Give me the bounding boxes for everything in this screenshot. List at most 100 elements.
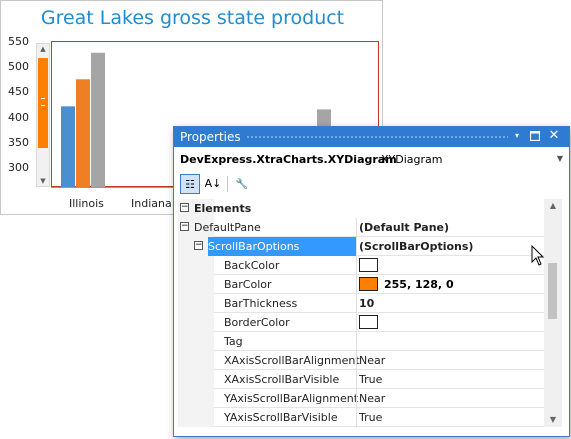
property-grid-scrollbar[interactable]: ▲ ▼ bbox=[544, 199, 562, 427]
property-row-barcolor[interactable]: BarColor 255, 128, 0 bbox=[178, 275, 544, 294]
column-divider bbox=[356, 275, 357, 294]
property-value[interactable]: Near bbox=[359, 354, 385, 367]
scrollbar-thumb[interactable] bbox=[548, 263, 557, 319]
object-selector[interactable]: DevExpress.XtraCharts.XYDiagram XYDiagra… bbox=[178, 151, 565, 169]
row-gutter bbox=[178, 370, 214, 389]
column-divider bbox=[356, 294, 357, 313]
property-name: XAxisScrollBarAlignment bbox=[224, 354, 360, 367]
scroll-up-icon[interactable]: ▲ bbox=[37, 44, 49, 54]
property-row-yaxisscrollbarvisible[interactable]: YAxisScrollBarVisible True bbox=[178, 408, 544, 427]
row-gutter bbox=[178, 351, 214, 370]
sort-alphabetical-icon: A↓ bbox=[204, 177, 222, 190]
chart-y-scrollbar[interactable]: ▲ ▼ bbox=[36, 43, 50, 187]
property-row-barthickness[interactable]: BarThickness 10 bbox=[178, 294, 544, 313]
chart-scrollbar-thumb[interactable] bbox=[38, 58, 48, 148]
column-divider bbox=[356, 332, 357, 351]
property-row-xaxisscrollbaralignment[interactable]: XAxisScrollBarAlignment Near bbox=[178, 351, 544, 370]
y-tick-label: 300 bbox=[8, 161, 29, 174]
x-tick-label-illinois: Illinois bbox=[69, 197, 104, 210]
scroll-down-icon[interactable]: ▼ bbox=[37, 176, 49, 186]
y-tick-label: 400 bbox=[8, 111, 29, 124]
row-gutter bbox=[178, 332, 214, 351]
property-value[interactable]: 10 bbox=[359, 297, 374, 310]
property-value[interactable]: True bbox=[359, 373, 382, 386]
property-name: BarColor bbox=[224, 278, 272, 291]
y-tick-label: 450 bbox=[8, 85, 29, 98]
properties-window: Properties ▾ ✕ DevExpress.XtraCharts.XYD… bbox=[173, 126, 570, 437]
row-gutter bbox=[178, 408, 214, 427]
object-type-label: DevExpress.XtraCharts.XYDiagram bbox=[180, 153, 397, 166]
property-pages-button[interactable]: 🔧 bbox=[232, 174, 252, 194]
close-icon[interactable]: ✕ bbox=[547, 129, 561, 143]
property-row-scrollbaroptions[interactable]: − ScrollBarOptions (ScrollBarOptions) bbox=[178, 237, 544, 256]
x-tick-label-indiana: Indiana bbox=[131, 197, 172, 210]
collapse-icon[interactable]: − bbox=[180, 222, 189, 231]
color-swatch[interactable] bbox=[359, 258, 378, 272]
property-name: BarThickness bbox=[224, 297, 298, 310]
property-row-tag[interactable]: Tag bbox=[178, 332, 544, 351]
alphabetical-button[interactable]: A↓ bbox=[203, 174, 223, 194]
collapse-icon[interactable]: − bbox=[180, 203, 189, 212]
color-swatch[interactable] bbox=[359, 315, 378, 329]
property-row-yaxisscrollbaralignment[interactable]: YAxisScrollBarAlignment Near bbox=[178, 389, 544, 408]
dropdown-icon[interactable]: ▾ bbox=[510, 129, 524, 143]
property-name: BackColor bbox=[224, 259, 280, 272]
y-tick-label: 500 bbox=[8, 60, 29, 73]
bar-illinois-2 bbox=[91, 52, 105, 187]
chart-title: Great Lakes gross state product bbox=[40, 7, 345, 29]
property-name: ScrollBarOptions bbox=[208, 240, 300, 253]
column-divider bbox=[356, 351, 357, 370]
bar-illinois-1 bbox=[76, 79, 90, 187]
y-tick-label: 550 bbox=[8, 35, 29, 48]
column-divider bbox=[356, 237, 357, 256]
property-name: DefaultPane bbox=[194, 221, 261, 234]
column-divider bbox=[356, 408, 357, 427]
property-name: Elements bbox=[194, 202, 252, 215]
property-value[interactable]: 255, 128, 0 bbox=[384, 278, 454, 291]
row-gutter bbox=[178, 256, 214, 275]
property-name: XAxisScrollBarVisible bbox=[224, 373, 340, 386]
property-row-xaxisscrollbarvisible[interactable]: XAxisScrollBarVisible True bbox=[178, 370, 544, 389]
property-name: BorderColor bbox=[224, 316, 290, 329]
categorized-icon: ☷ bbox=[185, 178, 195, 191]
property-row-defaultpane[interactable]: − DefaultPane (Default Pane) bbox=[178, 218, 544, 237]
collapse-icon[interactable]: − bbox=[194, 241, 203, 250]
toolbar-divider bbox=[227, 176, 228, 192]
property-row-backcolor[interactable]: BackColor bbox=[178, 256, 544, 275]
property-row-bordercolor[interactable]: BorderColor bbox=[178, 313, 544, 332]
column-divider bbox=[356, 370, 357, 389]
properties-titlebar[interactable]: Properties ▾ ✕ bbox=[174, 127, 569, 147]
scroll-up-icon[interactable]: ▲ bbox=[544, 199, 562, 213]
color-swatch[interactable] bbox=[359, 277, 378, 291]
grip-icon bbox=[41, 98, 45, 106]
object-name-label: XYDiagram bbox=[381, 153, 443, 166]
column-divider bbox=[356, 218, 357, 237]
row-gutter bbox=[178, 389, 214, 408]
mouse-cursor-icon bbox=[531, 245, 545, 266]
property-row-elements[interactable]: − Elements bbox=[178, 199, 544, 218]
maximize-icon[interactable] bbox=[528, 129, 542, 143]
scroll-down-icon[interactable]: ▼ bbox=[544, 413, 562, 427]
column-divider bbox=[356, 256, 357, 275]
property-value[interactable]: (Default Pane) bbox=[359, 221, 449, 234]
column-divider bbox=[356, 389, 357, 408]
chevron-down-icon[interactable]: ▼ bbox=[557, 154, 563, 163]
y-tick-label: 350 bbox=[8, 136, 29, 149]
column-divider bbox=[356, 313, 357, 332]
property-grid: − Elements − DefaultPane (Default Pane) − Scro… bbox=[178, 199, 544, 429]
bar-illinois-0 bbox=[61, 106, 75, 187]
property-name: Tag bbox=[224, 335, 243, 348]
property-value[interactable]: (ScrollBarOptions) bbox=[359, 240, 473, 253]
row-gutter bbox=[178, 313, 214, 332]
titlebar-grip[interactable] bbox=[246, 135, 508, 139]
property-value[interactable]: Near bbox=[359, 392, 385, 405]
property-name: YAxisScrollBarVisible bbox=[224, 411, 338, 424]
property-name: YAxisScrollBarAlignment bbox=[224, 392, 359, 405]
row-gutter bbox=[178, 294, 214, 313]
property-value[interactable]: True bbox=[359, 411, 382, 424]
wrench-icon: 🔧 bbox=[235, 179, 249, 190]
row-gutter bbox=[178, 275, 214, 294]
properties-toolbar: ☷ A↓ 🔧 bbox=[178, 173, 565, 195]
properties-title: Properties bbox=[180, 130, 241, 144]
categorized-button[interactable]: ☷ bbox=[180, 174, 200, 194]
